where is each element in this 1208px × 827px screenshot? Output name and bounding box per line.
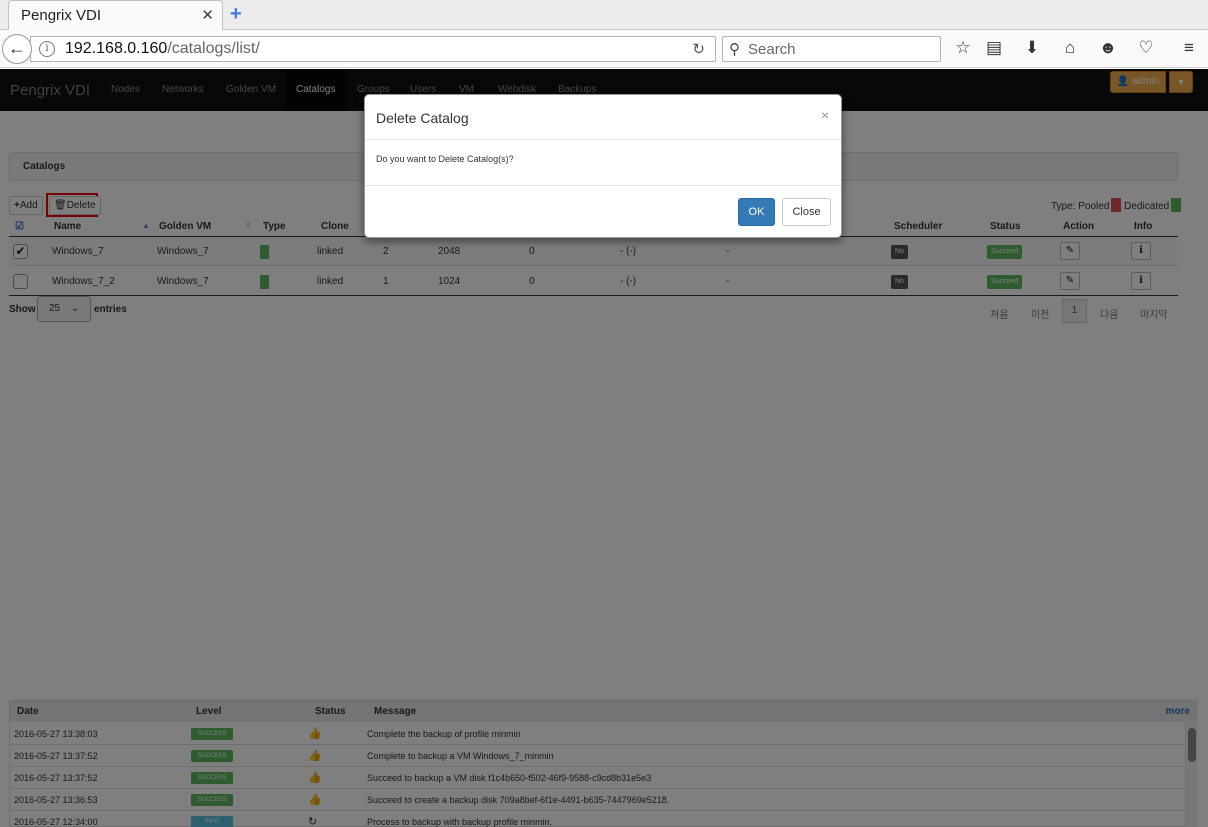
close-icon[interactable]: × — [821, 107, 829, 123]
url-text[interactable]: 192.168.0.160/catalogs/list/ — [65, 40, 260, 58]
tab-close-icon[interactable]: ✕ — [201, 6, 214, 24]
back-button[interactable]: ← — [2, 34, 32, 64]
download-icon[interactable]: ⬇ — [1021, 38, 1043, 58]
url-path: /catalogs/list/ — [167, 40, 260, 57]
reload-icon[interactable]: ↻ — [692, 40, 705, 58]
url-host: 192.168.0.160 — [65, 40, 168, 57]
search-input[interactable]: ⚲ Search — [722, 36, 941, 62]
info-icon[interactable]: i — [39, 41, 55, 57]
ok-button[interactable]: OK — [738, 198, 775, 226]
browser-tab[interactable]: Pengrix VDI ✕ — [8, 0, 223, 30]
dialog-title: Delete Catalog — [376, 110, 469, 126]
search-placeholder: Search — [748, 41, 796, 58]
menu-icon[interactable]: ≡ — [1178, 38, 1200, 58]
new-tab-icon[interactable]: + — [230, 3, 242, 26]
dialog-message: Do you want to Delete Catalog(s)? — [376, 154, 514, 164]
dialog-footer-divider — [365, 185, 841, 186]
home-icon[interactable]: ⌂ — [1059, 38, 1081, 58]
smiley-icon[interactable]: ☻ — [1097, 38, 1119, 58]
pocket-icon[interactable]: ♡ — [1135, 38, 1157, 58]
browser-toolbar: i 192.168.0.160/catalogs/list/ ↻ ← ⚲ Sea… — [0, 30, 1208, 68]
tab-title: Pengrix VDI — [21, 7, 102, 24]
dialog-header-divider — [365, 139, 841, 140]
delete-catalog-dialog: Delete Catalog × Do you want to Delete C… — [364, 94, 842, 238]
search-icon: ⚲ — [729, 41, 740, 58]
browser-tab-bar: Pengrix VDI ✕ + — [0, 0, 1208, 30]
url-bar[interactable]: i 192.168.0.160/catalogs/list/ ↻ — [30, 36, 716, 62]
bookmark-star-icon[interactable]: ☆ — [952, 38, 974, 58]
back-arrow-icon: ← — [8, 38, 26, 58]
reading-list-icon[interactable]: ▤ — [983, 38, 1005, 58]
close-button[interactable]: Close — [782, 198, 831, 226]
